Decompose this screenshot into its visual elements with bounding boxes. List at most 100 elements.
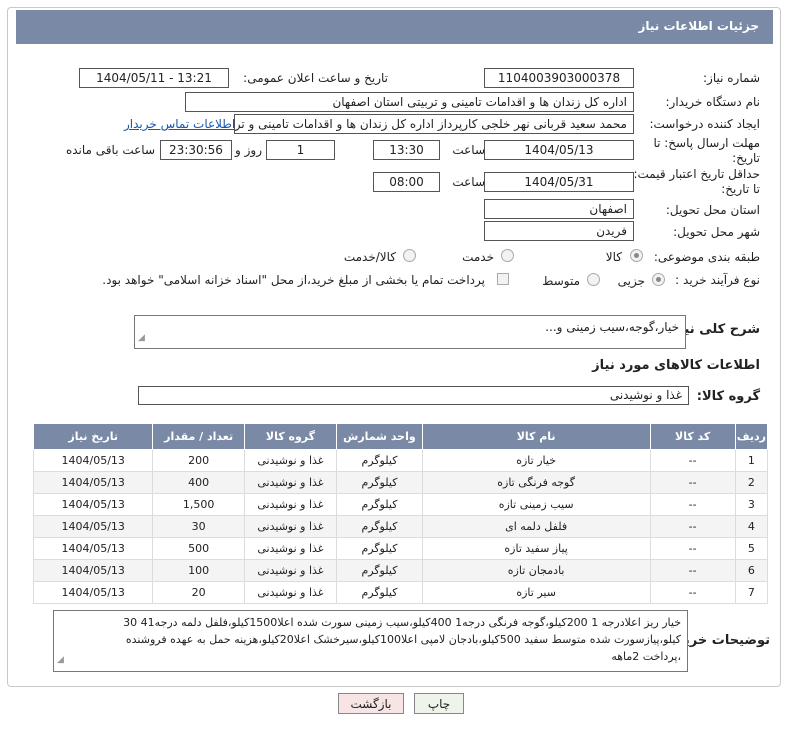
description-textarea[interactable]: خیار،گوجه،سیب زمینی و... ◢ (134, 315, 686, 349)
need-number-field: 1104003903000378 (484, 68, 634, 88)
reply-time-label: ساعت (452, 143, 485, 157)
table-row: 4 -- فلفل دلمه ای کیلوگرم غذا و نوشیدنی … (32, 515, 769, 538)
buyer-notes-line-2: کیلو،پیازسورت شده متوسط سفید 500کیلو،باد… (125, 633, 681, 646)
resize-handle-icon: ◢ (57, 655, 64, 665)
cell-item-name: بادمجان تازه (421, 559, 651, 582)
process-minor-radio[interactable] (652, 273, 665, 286)
cell-need-date: 1404/05/13 (32, 493, 154, 516)
cell-unit: کیلوگرم (336, 537, 423, 560)
cell-row-number: 7 (734, 581, 769, 604)
cell-need-date: 1404/05/13 (32, 515, 154, 538)
col-row-number: ردیف (734, 423, 769, 450)
description-text: خیار،گوجه،سیب زمینی و... (545, 320, 679, 334)
buyer-field: اداره کل زندان ها و اقدامات تامینی و ترب… (185, 92, 634, 112)
reply-time-field: 13:30 (373, 140, 440, 160)
cell-unit: کیلوگرم (336, 449, 423, 472)
reply-deadline-label: مهلت ارسال پاسخ: تا تاریخ: (653, 136, 760, 165)
goods-group-label: گروه کالا: (696, 389, 760, 404)
cell-quantity: 20 (152, 581, 245, 604)
payment-note: پرداخت تمام یا بخشی از مبلغ خرید،از محل … (102, 273, 485, 287)
cell-unit: کیلوگرم (336, 515, 423, 538)
buyer-notes-textarea[interactable]: خیار ریز اعلادرجه 1 200کیلو،گوجه فرنگی د… (53, 610, 688, 672)
cell-group: غذا و نوشیدنی (243, 471, 338, 494)
price-time-field: 08:00 (373, 172, 440, 192)
goods-table-header: ردیف کد کالا نام کالا واحد شمارش گروه کا… (32, 423, 769, 450)
cell-row-number: 6 (734, 559, 769, 582)
cell-row-number: 3 (734, 493, 769, 516)
cell-group: غذا و نوشیدنی (243, 559, 338, 582)
table-row: 2 -- گوجه فرنگی تازه کیلوگرم غذا و نوشید… (32, 471, 769, 494)
creator-field: محمد سعید قربانی نهر خلجی کارپرداز اداره… (234, 114, 634, 134)
process-medium-label: متوسط (542, 274, 580, 288)
cell-row-number: 5 (734, 537, 769, 560)
process-label: نوع فرآیند خرید : (675, 273, 760, 287)
cell-group: غذا و نوشیدنی (243, 449, 338, 472)
cell-item-name: سیب زمینی تازه (421, 493, 651, 516)
cell-need-date: 1404/05/13 (32, 471, 154, 494)
cell-quantity: 100 (152, 559, 245, 582)
province-label: استان محل تحویل: (665, 203, 760, 217)
cell-need-date: 1404/05/13 (32, 559, 154, 582)
goods-section-title: اطلاعات کالاهای مورد نیاز (592, 358, 760, 373)
cell-group: غذا و نوشیدنی (243, 493, 338, 516)
need-number-label: شماره نیاز: (703, 71, 760, 85)
price-validity-label: حداقل تاریخ اعتبار قیمت: تا تاریخ: (633, 167, 760, 196)
creator-label: ایجاد کننده درخواست: (649, 117, 760, 131)
cell-row-number: 4 (734, 515, 769, 538)
table-row: 3 -- سیب زمینی تازه کیلوگرم غذا و نوشیدن… (32, 493, 769, 516)
cell-item-code: -- (649, 493, 736, 516)
col-unit: واحد شمارش (336, 423, 423, 450)
remaining-label: ساعت باقی مانده (65, 143, 155, 157)
table-row: 6 -- بادمجان تازه کیلوگرم غذا و نوشیدنی … (32, 559, 769, 582)
announce-date-field: 1404/05/11 - 13:21 (79, 68, 229, 88)
cell-need-date: 1404/05/13 (32, 449, 154, 472)
days-label: روز و (235, 143, 262, 157)
city-label: شهر محل تحویل: (673, 225, 760, 239)
cell-row-number: 2 (734, 471, 769, 494)
col-quantity: تعداد / مقدار (152, 423, 245, 450)
cell-unit: کیلوگرم (336, 493, 423, 516)
cell-unit: کیلوگرم (336, 559, 423, 582)
col-item-code: کد کالا (649, 423, 736, 450)
category-goods-radio[interactable] (630, 249, 643, 262)
price-date-field: 1404/05/31 (484, 172, 634, 192)
goods-group-field: غذا و نوشیدنی (138, 386, 689, 405)
category-label: طبقه بندی موضوعی: (653, 250, 760, 264)
back-button[interactable]: بازگشت (338, 693, 404, 714)
contact-buyer-link[interactable]: اطلاعات تماس خریدار (124, 117, 235, 131)
print-button[interactable]: چاپ (414, 693, 464, 714)
category-goods-label: کالا (605, 250, 622, 264)
category-service-radio[interactable] (501, 249, 514, 262)
page-title: جزئیات اطلاعات نیاز (638, 19, 759, 33)
col-need-date: تاریخ نیاز (32, 423, 154, 450)
buyer-notes-line-3: ،پرداخت 2ماهه (611, 650, 681, 663)
cell-group: غذا و نوشیدنی (243, 581, 338, 604)
cell-item-code: -- (649, 581, 736, 604)
price-time-label: ساعت (452, 175, 485, 189)
cell-need-date: 1404/05/13 (32, 581, 154, 604)
resize-handle-icon: ◢ (138, 333, 145, 343)
cell-row-number: 1 (734, 449, 769, 472)
cell-item-name: پیاز سفید تازه (421, 537, 651, 560)
cell-quantity: 1,500 (152, 493, 245, 516)
col-item-name: نام کالا (421, 423, 651, 450)
cell-item-code: -- (649, 559, 736, 582)
cell-group: غذا و نوشیدنی (243, 515, 338, 538)
province-field: اصفهان (484, 199, 634, 219)
cell-group: غذا و نوشیدنی (243, 537, 338, 560)
category-goods-service-radio[interactable] (403, 249, 416, 262)
process-minor-label: جزیی (617, 274, 645, 288)
col-group: گروه کالا (243, 423, 338, 450)
table-row: 1 -- خیار تازه کیلوگرم غذا و نوشیدنی 200… (32, 449, 769, 472)
goods-table: ردیف کد کالا نام کالا واحد شمارش گروه کا… (32, 423, 769, 604)
process-medium-radio[interactable] (587, 273, 600, 286)
panel-header: جزئیات اطلاعات نیاز (16, 10, 773, 44)
buyer-notes-line-1: خیار ریز اعلادرجه 1 200کیلو،گوجه فرنگی د… (123, 616, 681, 629)
cell-item-code: -- (649, 537, 736, 560)
cell-quantity: 400 (152, 471, 245, 494)
cell-item-code: -- (649, 471, 736, 494)
days-field: 1 (266, 140, 335, 160)
treasury-payment-checkbox[interactable] (497, 273, 509, 285)
reply-date-field: 1404/05/13 (484, 140, 634, 160)
table-row: 5 -- پیاز سفید تازه کیلوگرم غذا و نوشیدن… (32, 537, 769, 560)
